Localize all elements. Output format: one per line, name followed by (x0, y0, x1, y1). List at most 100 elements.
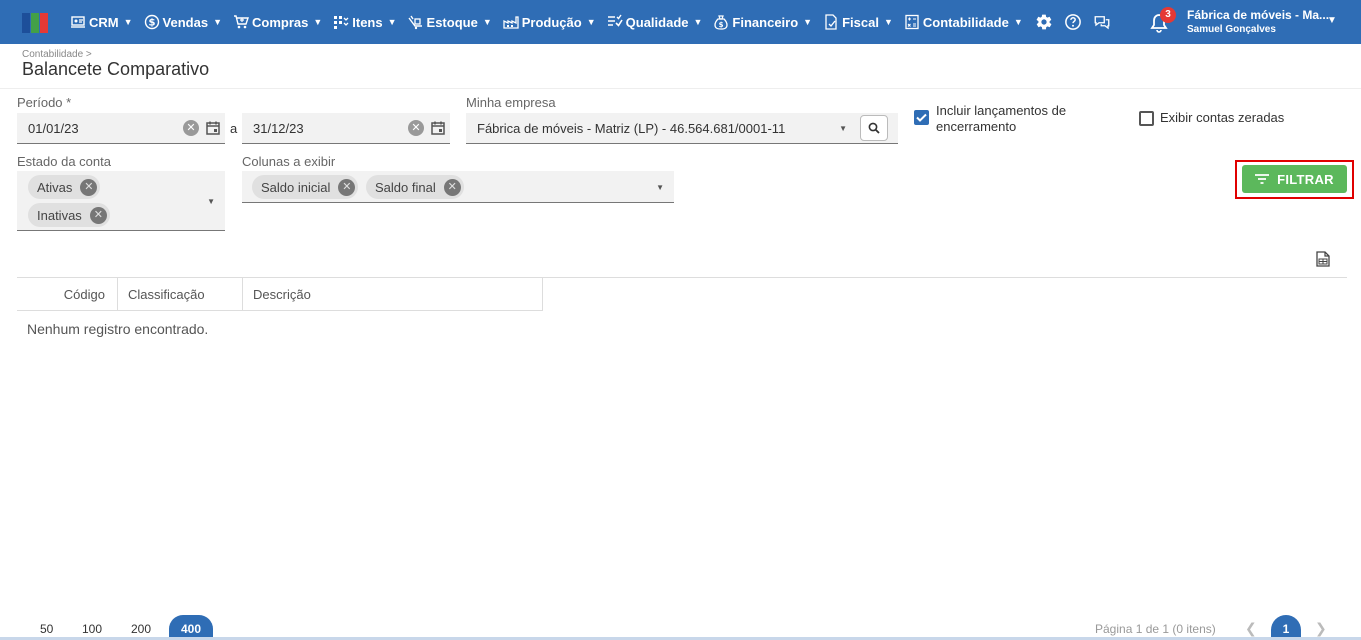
help-icon[interactable] (1063, 12, 1083, 32)
nav-financeiro[interactable]: $ Financeiro ▼ (713, 14, 812, 30)
period-label: Período * (17, 95, 72, 110)
nav-vendas-label: Vendas (162, 14, 209, 30)
pagination-info: Página 1 de 1 (0 itens) (1095, 622, 1216, 636)
include-closing-label-line1: Incluir lançamentos de (936, 103, 1067, 118)
column-header-descricao[interactable]: Descrição (243, 278, 543, 311)
stock-icon (407, 15, 422, 30)
settings-gear-icon[interactable] (1034, 12, 1054, 32)
dropdown-arrow-icon[interactable]: ▼ (207, 197, 215, 206)
header-divider (0, 88, 1361, 89)
chevron-down-icon[interactable]: ▼ (1327, 15, 1337, 26)
date-range-separator: a (230, 121, 238, 136)
remove-chip-icon[interactable]: ✕ (80, 178, 98, 196)
remove-chip-icon[interactable]: ✕ (338, 178, 356, 196)
search-icon (868, 122, 880, 134)
nav-contabilidade-label: Contabilidade (922, 14, 1009, 30)
chevron-down-icon: ▼ (1013, 17, 1023, 27)
remove-chip-icon[interactable]: ✕ (443, 178, 461, 196)
nav-fiscal[interactable]: Fiscal ▼ (823, 14, 893, 30)
company-user-menu[interactable]: Fábrica de móveis - Ma... Samuel Gonçalv… (1187, 8, 1347, 35)
current-company-name: Fábrica de móveis - Ma... (1187, 8, 1330, 22)
chevron-down-icon: ▼ (586, 17, 596, 27)
filter-button[interactable]: FILTRAR (1242, 165, 1347, 193)
moneybag-icon: $ (714, 15, 729, 30)
company-select[interactable]: Fábrica de móveis - Matriz (LP) - 46.564… (466, 113, 898, 144)
show-zero-accounts-checkbox[interactable] (1139, 111, 1154, 126)
date-from-field[interactable]: 01/01/23 ✕ (17, 113, 225, 144)
company-search-button[interactable] (860, 115, 888, 141)
clear-date-from-icon[interactable]: ✕ (183, 120, 199, 136)
dropdown-arrow-icon[interactable]: ▼ (839, 124, 847, 133)
nav-compras[interactable]: Compras ▼ (233, 14, 322, 30)
nav-qualidade-label: Qualidade (625, 14, 689, 30)
crm-icon (71, 16, 85, 28)
chevron-down-icon: ▼ (313, 17, 323, 27)
checkmark-icon (916, 113, 927, 122)
clear-date-to-icon[interactable]: ✕ (408, 120, 424, 136)
next-page-icon[interactable]: ❯ (1315, 620, 1327, 637)
quality-icon (607, 14, 623, 27)
main-menu: CRM ▼ $ Vendas ▼ Compras ▼ Itens ▼ Estoque ▼ … (70, 0, 1121, 44)
top-navigation-bar: CRM ▼ $ Vendas ▼ Compras ▼ Itens ▼ Estoque ▼ … (0, 0, 1361, 44)
date-from-value: 01/01/23 (28, 120, 79, 136)
empty-table-message: Nenhum registro encontrado. (27, 321, 209, 337)
chevron-down-icon: ▼ (482, 17, 492, 27)
current-user-name: Samuel Gonçalves (1187, 24, 1276, 35)
filter-button-label: FILTRAR (1277, 171, 1334, 187)
nav-fiscal-label: Fiscal (842, 14, 879, 30)
nav-vendas[interactable]: $ Vendas ▼ (144, 14, 222, 30)
columns-select[interactable]: Saldo inicial ✕ Saldo final ✕ ▼ (242, 171, 674, 203)
app-logo[interactable] (22, 13, 48, 33)
date-to-field[interactable]: 31/12/23 ✕ (242, 113, 450, 144)
calendar-icon[interactable] (206, 121, 220, 135)
column-header-codigo[interactable]: Código (17, 278, 118, 311)
nav-producao-label: Produção (521, 14, 582, 30)
columns-label: Colunas a exibir (242, 154, 336, 169)
dropdown-arrow-icon[interactable]: ▼ (656, 183, 664, 192)
page-size-50[interactable]: 50 (40, 622, 53, 636)
include-closing-label[interactable]: Incluir lançamentos de encerramento (936, 103, 1066, 135)
nav-crm[interactable]: CRM ▼ (70, 14, 133, 30)
nav-itens[interactable]: Itens ▼ (333, 14, 397, 30)
nav-estoque-label: Estoque (426, 14, 478, 30)
nav-financeiro-label: Financeiro (732, 14, 799, 30)
export-spreadsheet-icon[interactable] (1316, 251, 1330, 267)
page-title: Balancete Comparativo (22, 59, 210, 79)
chip-saldo-inicial: Saldo inicial ✕ (252, 175, 359, 199)
nav-producao[interactable]: Produção ▼ (503, 14, 596, 30)
include-closing-checkbox[interactable] (914, 110, 929, 125)
previous-page-icon[interactable]: ❮ (1245, 620, 1257, 637)
calculator-icon (905, 14, 919, 30)
column-header-classificacao[interactable]: Classificação (118, 278, 243, 311)
chevron-down-icon: ▼ (123, 17, 133, 27)
chip-saldo-inicial-label: Saldo inicial (261, 179, 331, 195)
nav-estoque[interactable]: Estoque ▼ (407, 14, 492, 30)
svg-text:$: $ (148, 18, 155, 29)
factory-icon (503, 16, 519, 29)
nav-qualidade[interactable]: Qualidade ▼ (607, 14, 702, 30)
nav-contabilidade[interactable]: Contabilidade ▼ (904, 14, 1023, 30)
fiscal-icon (825, 14, 837, 30)
chip-inativas-label: Inativas (37, 207, 82, 223)
calendar-icon[interactable] (431, 121, 445, 135)
chevron-down-icon: ▼ (213, 17, 222, 27)
page-size-200[interactable]: 200 (131, 622, 151, 636)
chevron-down-icon: ▼ (883, 17, 893, 27)
chevron-down-icon: ▼ (387, 17, 397, 27)
account-state-select[interactable]: Ativas ✕ Inativas ✕ ▼ (17, 171, 225, 231)
page-size-100[interactable]: 100 (82, 622, 102, 636)
account-state-label: Estado da conta (17, 154, 111, 169)
chip-ativas: Ativas ✕ (28, 175, 101, 199)
nav-crm-label: CRM (89, 14, 119, 30)
company-select-value: Fábrica de móveis - Matriz (LP) - 46.564… (477, 120, 786, 136)
date-to-value: 31/12/23 (253, 120, 304, 136)
chat-icon[interactable] (1092, 12, 1112, 32)
remove-chip-icon[interactable]: ✕ (89, 206, 107, 224)
chip-saldo-final-label: Saldo final (375, 179, 436, 195)
show-zero-accounts-label[interactable]: Exibir contas zeradas (1160, 110, 1284, 125)
company-label: Minha empresa (466, 95, 556, 110)
chip-saldo-final: Saldo final ✕ (366, 175, 464, 199)
filter-icon (1255, 174, 1270, 184)
svg-text:$: $ (719, 21, 724, 29)
notification-count-badge: 3 (1160, 7, 1176, 23)
